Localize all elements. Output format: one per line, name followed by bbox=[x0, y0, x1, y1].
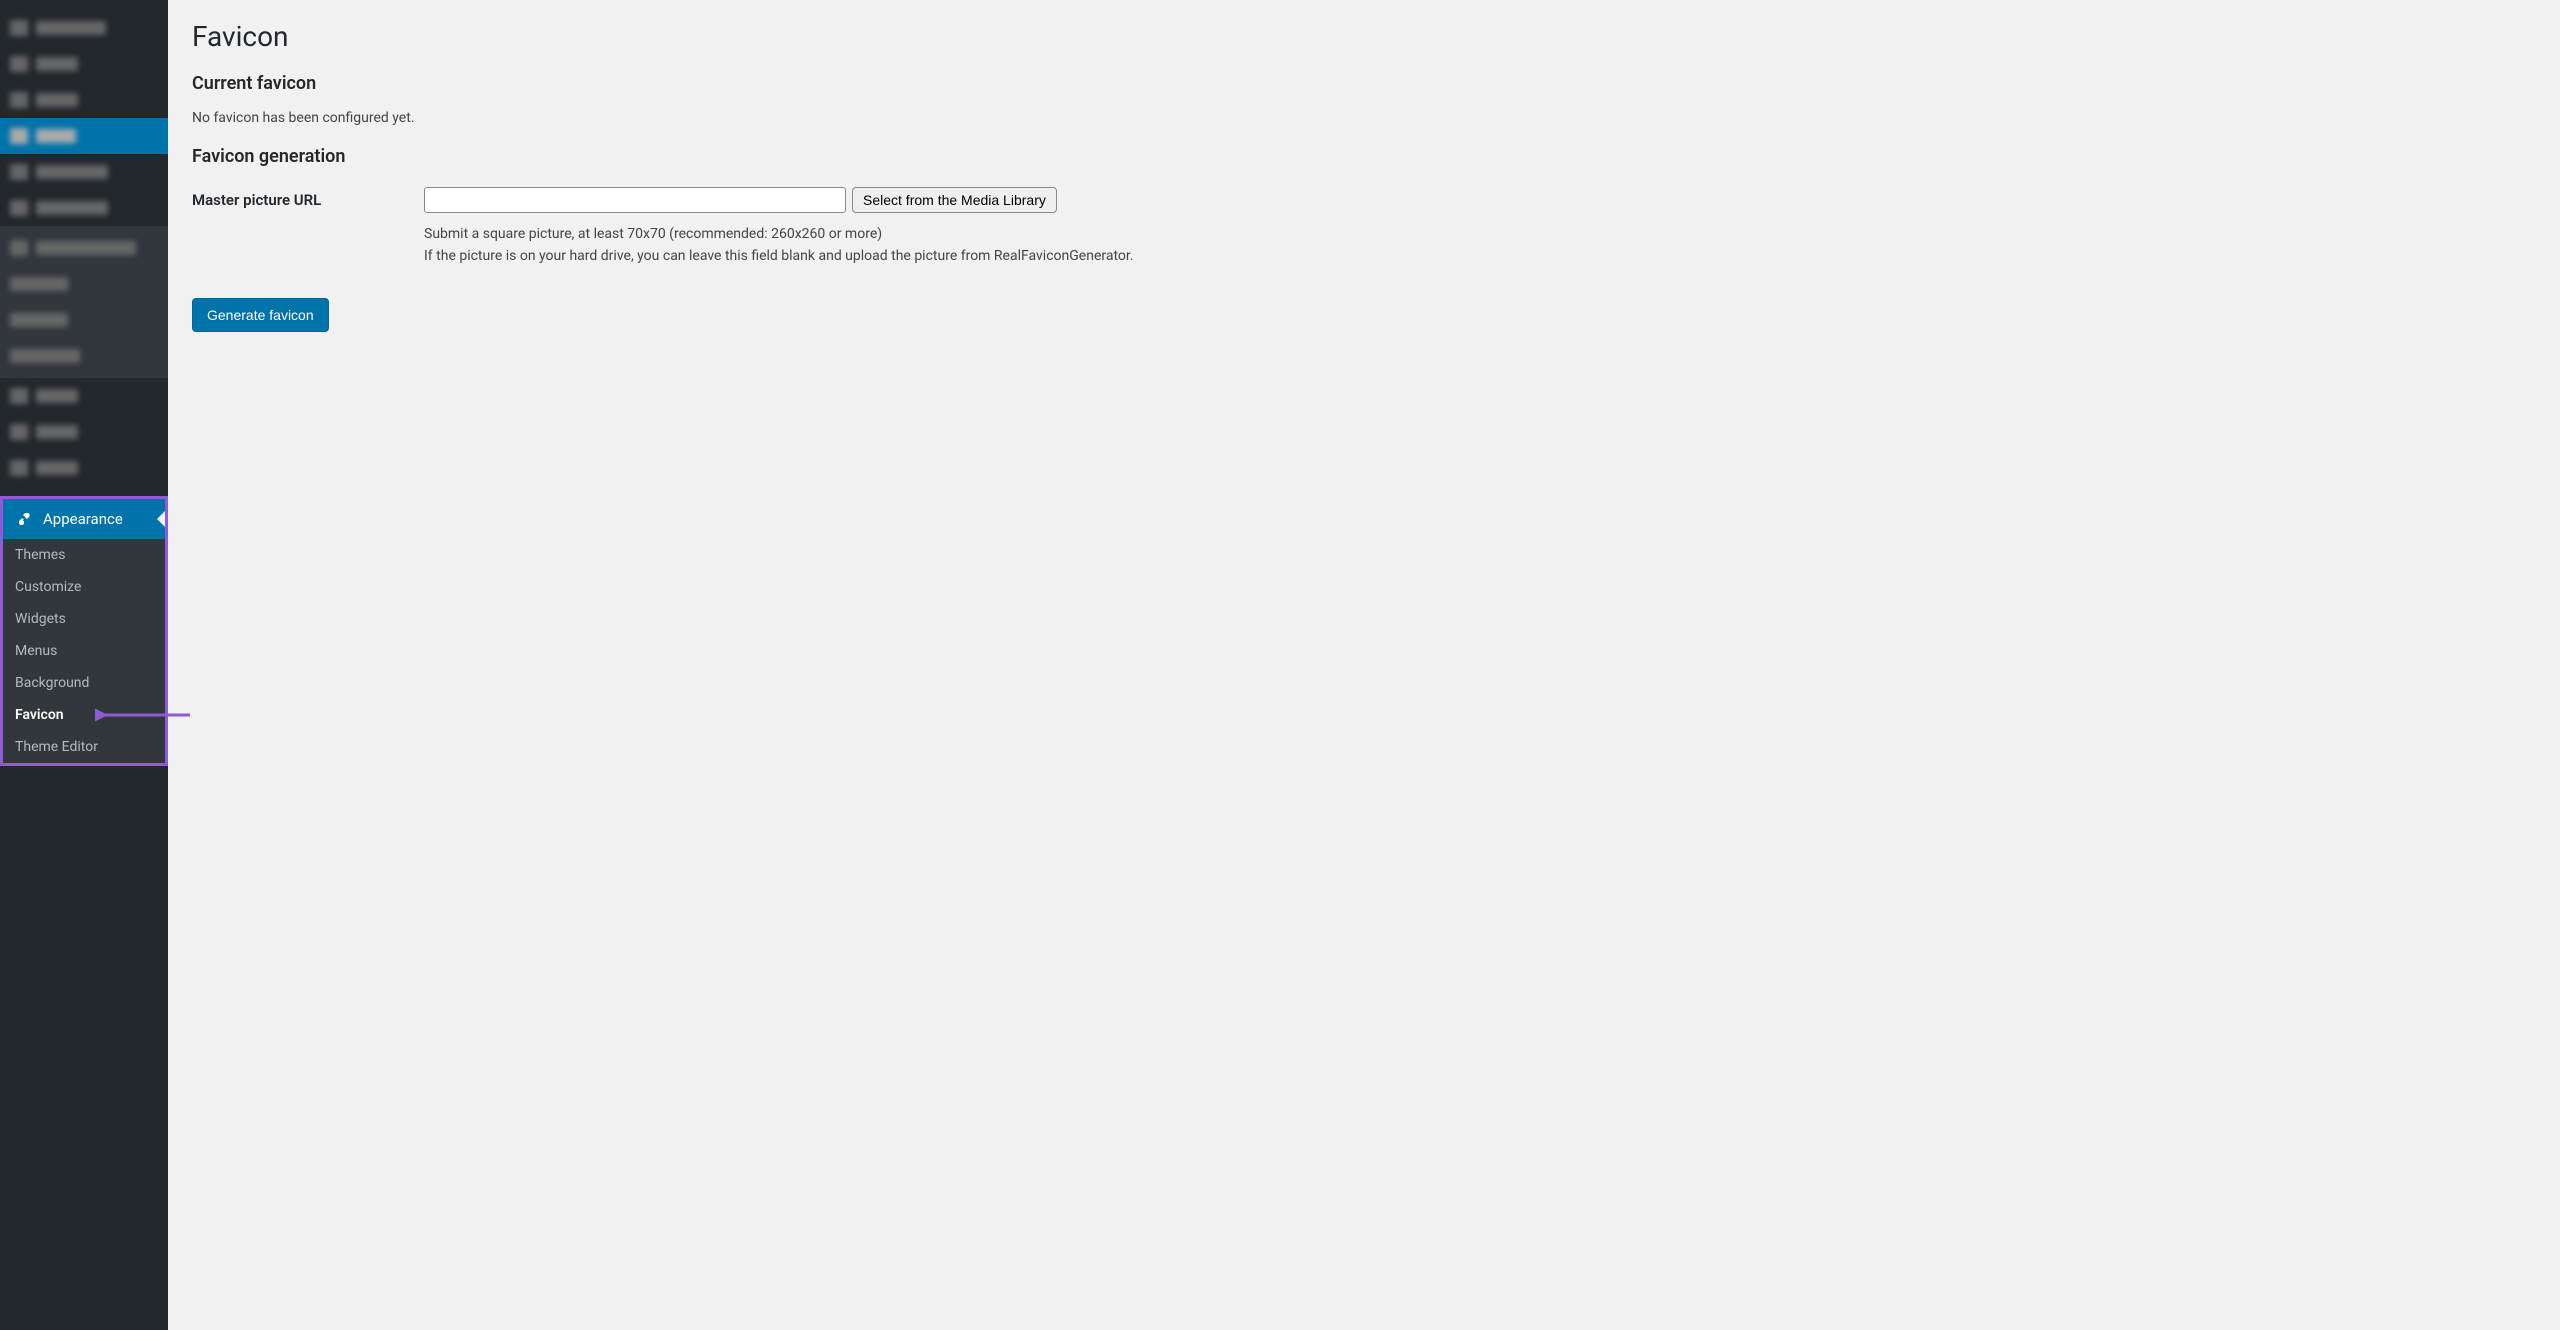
help-text-line2: If the picture is on your hard drive, yo… bbox=[424, 245, 2536, 267]
submenu-favicon[interactable]: Favicon bbox=[3, 699, 165, 731]
sidebar-blurred-item bbox=[0, 118, 168, 154]
appearance-submenu: Themes Customize Widgets Menus Backgroun… bbox=[3, 539, 165, 763]
sidebar-blurred-item bbox=[0, 10, 168, 46]
generation-heading: Favicon generation bbox=[192, 146, 2536, 167]
appearance-menu-highlighted: Appearance Themes Customize Widgets Menu… bbox=[0, 496, 168, 766]
select-media-button[interactable]: Select from the Media Library bbox=[852, 187, 1057, 213]
sidebar-blurred-item bbox=[0, 414, 168, 450]
submenu-customize[interactable]: Customize bbox=[3, 571, 165, 603]
sidebar-blurred-item bbox=[0, 378, 168, 414]
sidebar-blurred-item bbox=[0, 302, 168, 338]
sidebar-blurred-item bbox=[0, 154, 168, 190]
sidebar-blurred-item bbox=[0, 338, 168, 374]
sidebar-blurred-item bbox=[0, 230, 168, 266]
sidebar-blurred-item bbox=[0, 46, 168, 82]
sidebar-blurred-section bbox=[0, 0, 168, 496]
sidebar-blurred-item bbox=[0, 190, 168, 226]
master-picture-label: Master picture URL bbox=[192, 187, 424, 209]
favicon-status-text: No favicon has been configured yet. bbox=[192, 110, 2536, 126]
help-text-line1: Submit a square picture, at least 70x70 … bbox=[424, 223, 2536, 245]
master-picture-row: Master picture URL Select from the Media… bbox=[192, 187, 2536, 268]
main-content: Favicon Current favicon No favicon has b… bbox=[168, 0, 2560, 1330]
generate-favicon-button[interactable]: Generate favicon bbox=[192, 298, 329, 332]
appearance-label: Appearance bbox=[43, 510, 123, 528]
sidebar-blurred-item bbox=[0, 266, 168, 302]
submenu-background[interactable]: Background bbox=[3, 667, 165, 699]
page-title: Favicon bbox=[192, 20, 2536, 53]
brush-icon bbox=[15, 509, 35, 529]
submenu-widgets[interactable]: Widgets bbox=[3, 603, 165, 635]
master-picture-field: Select from the Media Library Submit a s… bbox=[424, 187, 2536, 268]
admin-sidebar: Appearance Themes Customize Widgets Menu… bbox=[0, 0, 168, 1330]
submenu-theme-editor[interactable]: Theme Editor bbox=[3, 731, 165, 763]
current-favicon-heading: Current favicon bbox=[192, 73, 2536, 94]
submenu-menus[interactable]: Menus bbox=[3, 635, 165, 667]
master-picture-url-input[interactable] bbox=[424, 187, 846, 213]
submenu-themes[interactable]: Themes bbox=[3, 539, 165, 571]
sidebar-blurred-item bbox=[0, 82, 168, 118]
sidebar-item-appearance[interactable]: Appearance bbox=[3, 499, 165, 539]
sidebar-blurred-item bbox=[0, 450, 168, 486]
